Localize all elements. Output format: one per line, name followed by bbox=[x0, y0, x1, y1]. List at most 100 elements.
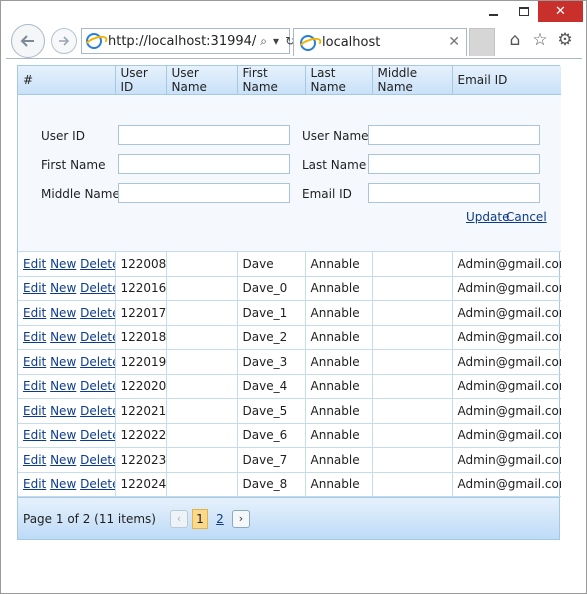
table-row[interactable]: Edit New Delete122017 Dave_1Annable Admin@… bbox=[18, 300, 561, 326]
column-header-email-id[interactable]: Email ID bbox=[452, 66, 561, 95]
delete-link[interactable]: Delete bbox=[80, 453, 114, 467]
table-row[interactable]: Edit New Delete122016 Dave_0Annable Admin@… bbox=[18, 276, 561, 301]
back-button[interactable] bbox=[11, 24, 45, 58]
new-link[interactable]: New bbox=[50, 306, 76, 320]
search-icon[interactable]: ⌕ bbox=[260, 34, 267, 49]
middle-name-input[interactable] bbox=[118, 183, 290, 203]
dropdown-arrow-icon[interactable]: ▾ bbox=[273, 34, 279, 48]
forward-arrow-icon bbox=[59, 36, 70, 46]
row-actions-cell: Edit New Delete bbox=[18, 398, 116, 424]
row-actions-cell: Edit New Delete bbox=[18, 472, 116, 497]
table-row[interactable]: Edit New Delete122008 DaveAnnable Admin@gm… bbox=[18, 251, 561, 277]
close-tab-icon[interactable]: ✕ bbox=[448, 34, 460, 50]
edit-link[interactable]: Edit bbox=[23, 379, 46, 393]
column-header-middle-name[interactable]: Middle Name bbox=[372, 66, 453, 95]
edit-link[interactable]: Edit bbox=[23, 428, 46, 442]
user-id-cell: 122023 bbox=[115, 447, 167, 473]
column-header-user-name[interactable]: User Name bbox=[166, 66, 238, 95]
prev-page-button[interactable]: ‹ bbox=[169, 509, 188, 528]
column-header-user-id[interactable]: User ID bbox=[115, 66, 167, 95]
email-id-input[interactable] bbox=[368, 183, 540, 203]
update-link[interactable]: Update bbox=[466, 210, 509, 224]
first-name-cell: Dave_7 bbox=[237, 447, 306, 473]
user-name-cell bbox=[166, 423, 238, 448]
chevron-left-icon: ‹ bbox=[176, 512, 182, 525]
edit-link[interactable]: Edit bbox=[23, 257, 46, 271]
email-cell: Admin@gmail.com bbox=[452, 276, 561, 301]
delete-link[interactable]: Delete bbox=[80, 404, 114, 418]
edit-link[interactable]: Edit bbox=[23, 477, 46, 491]
new-link[interactable]: New bbox=[50, 281, 76, 295]
edit-link[interactable]: Edit bbox=[23, 404, 46, 418]
new-link[interactable]: New bbox=[50, 355, 76, 369]
page-2-button[interactable]: 2 bbox=[212, 509, 228, 529]
email-id-label: Email ID bbox=[302, 187, 352, 201]
new-link[interactable]: New bbox=[50, 428, 76, 442]
delete-link[interactable]: Delete bbox=[80, 306, 114, 320]
last-name-label: Last Name bbox=[302, 158, 367, 172]
browser-tab[interactable]: localhost ✕ bbox=[293, 28, 467, 56]
delete-link[interactable]: Delete bbox=[80, 379, 114, 393]
user-name-cell bbox=[166, 349, 238, 375]
new-link[interactable]: New bbox=[50, 257, 76, 271]
delete-link[interactable]: Delete bbox=[80, 257, 114, 271]
title-bar: ✕ bbox=[1, 1, 586, 23]
delete-link[interactable]: Delete bbox=[80, 428, 114, 442]
first-name-cell: Dave_5 bbox=[237, 398, 306, 424]
new-link[interactable]: New bbox=[50, 404, 76, 418]
edit-form: User ID User Name First Name Last Name M… bbox=[18, 95, 561, 251]
delete-link[interactable]: Delete bbox=[80, 477, 114, 491]
user-name-input[interactable] bbox=[368, 125, 540, 145]
table-row[interactable]: Edit New Delete122021 Dave_5Annable Admin@… bbox=[18, 398, 561, 424]
minimize-button[interactable] bbox=[479, 1, 508, 22]
last-name-cell: Annable bbox=[305, 325, 373, 350]
new-link[interactable]: New bbox=[50, 453, 76, 467]
new-link[interactable]: New bbox=[50, 379, 76, 393]
edit-link[interactable]: Edit bbox=[23, 453, 46, 467]
edit-link[interactable]: Edit bbox=[23, 306, 46, 320]
tab-title: localhost bbox=[322, 35, 381, 50]
user-id-label: User ID bbox=[41, 129, 85, 143]
table-row[interactable]: Edit New Delete122020 Dave_4Annable Admin@… bbox=[18, 374, 561, 399]
table-row[interactable]: Edit New Delete122024 Dave_8Annable Admin@… bbox=[18, 472, 561, 497]
gear-icon[interactable]: ⚙ bbox=[554, 29, 576, 51]
table-row[interactable]: Edit New Delete122018 Dave_2Annable Admin@… bbox=[18, 325, 561, 350]
page-1-button[interactable]: 1 bbox=[191, 508, 208, 529]
address-url[interactable]: http://localhost:31994/ bbox=[108, 34, 256, 49]
column-header-first-name[interactable]: First Name bbox=[237, 66, 306, 95]
star-icon[interactable]: ☆ bbox=[529, 29, 551, 51]
user-name-label: User Name bbox=[302, 129, 369, 143]
edit-link[interactable]: Edit bbox=[23, 355, 46, 369]
column-header-number[interactable]: # bbox=[18, 66, 116, 95]
new-tab-button[interactable] bbox=[469, 28, 495, 56]
maximize-button[interactable] bbox=[509, 1, 538, 22]
table-row[interactable]: Edit New Delete122022 Dave_6Annable Admin@… bbox=[18, 423, 561, 448]
middle-name-cell bbox=[372, 251, 453, 277]
user-id-input[interactable] bbox=[118, 125, 290, 145]
address-bar[interactable]: http://localhost:31994/ ⌕ ▾ ↻ bbox=[81, 28, 295, 54]
column-header-last-name[interactable]: Last Name bbox=[305, 66, 373, 95]
edit-link[interactable]: Edit bbox=[23, 330, 46, 344]
table-row[interactable]: Edit New Delete122019 Dave_3Annable Admin@… bbox=[18, 349, 561, 375]
last-name-input[interactable] bbox=[368, 154, 540, 174]
delete-link[interactable]: Delete bbox=[80, 355, 114, 369]
delete-link[interactable]: Delete bbox=[80, 281, 114, 295]
delete-link[interactable]: Delete bbox=[80, 330, 114, 344]
last-name-cell: Annable bbox=[305, 423, 373, 448]
first-name-input[interactable] bbox=[118, 154, 290, 174]
forward-button[interactable] bbox=[51, 28, 77, 54]
user-name-cell bbox=[166, 447, 238, 473]
new-link[interactable]: New bbox=[50, 330, 76, 344]
first-name-cell: Dave_1 bbox=[237, 300, 306, 326]
table-row[interactable]: Edit New Delete122023 Dave_7Annable Admin@… bbox=[18, 447, 561, 473]
cancel-link[interactable]: Cancel bbox=[506, 210, 547, 224]
user-name-cell bbox=[166, 276, 238, 301]
edit-link[interactable]: Edit bbox=[23, 281, 46, 295]
email-cell: Admin@gmail.com bbox=[452, 398, 561, 424]
close-window-button[interactable]: ✕ bbox=[538, 1, 583, 22]
middle-name-cell bbox=[372, 374, 453, 399]
next-page-button[interactable]: › bbox=[231, 509, 250, 528]
edit-form-cell: User ID User Name First Name Last Name M… bbox=[18, 94, 561, 252]
home-icon[interactable]: ⌂ bbox=[504, 29, 526, 51]
new-link[interactable]: New bbox=[50, 477, 76, 491]
